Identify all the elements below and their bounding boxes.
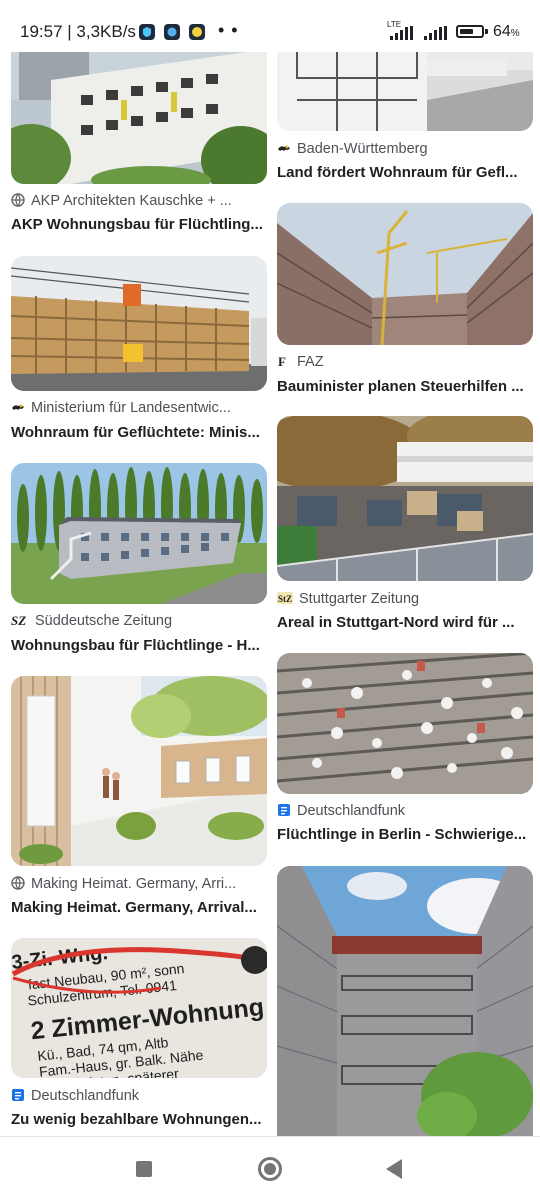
- globe-icon: [11, 876, 25, 890]
- result-thumbnail[interactable]: [277, 203, 533, 345]
- result-thumbnail[interactable]: [277, 866, 533, 1136]
- result-thumbnail[interactable]: [11, 463, 267, 604]
- result-thumbnail[interactable]: 3-Zi.-Wng. fast Neubau, 90 m², sonn Schu…: [11, 938, 267, 1078]
- result-source[interactable]: AKP Architekten Kauschke + ...: [11, 193, 267, 213]
- status-time-speed: 19:57 | 3,3KB/s: [20, 22, 136, 41]
- result-source[interactable]: StZ Stuttgarter Zeitung: [277, 591, 533, 611]
- signal-strength-2-icon: [424, 26, 447, 40]
- svg-text:F: F: [278, 354, 286, 368]
- svg-text:StZ: StZ: [278, 594, 292, 604]
- result-title[interactable]: Zu wenig bezahlbare Wohnungen...: [11, 1111, 267, 1133]
- system-nav-bar: [0, 1136, 540, 1201]
- lion-emblem-icon: [278, 145, 290, 151]
- result-source[interactable]: Ministerium für Landesentwic...: [11, 400, 267, 420]
- document-icon: [278, 804, 290, 816]
- result-title[interactable]: Wohnungsbau für Flüchtlinge - H...: [11, 637, 267, 659]
- stz-logo: StZ: [277, 592, 293, 604]
- document-icon: [12, 1089, 24, 1101]
- battery-icon: [456, 25, 484, 38]
- shield-app-icon: [139, 24, 155, 40]
- result-title[interactable]: Flüchtlinge in Berlin - Schwierige...: [277, 826, 533, 848]
- more-notifications-icon: • •: [218, 20, 239, 40]
- result-source[interactable]: SZ Süddeutsche Zeitung: [11, 613, 267, 633]
- result-thumbnail[interactable]: [11, 676, 267, 866]
- result-thumbnail[interactable]: [277, 416, 533, 581]
- result-title[interactable]: Land fördert Wohnraum für Gefl...: [277, 164, 533, 186]
- result-title[interactable]: Areal in Stuttgart-Nord wird für ...: [277, 614, 533, 636]
- sz-logo: SZ: [11, 613, 26, 627]
- recent-apps-button[interactable]: [136, 1161, 152, 1177]
- result-source[interactable]: Deutschlandfunk: [11, 1088, 267, 1108]
- result-source[interactable]: F FAZ: [277, 354, 533, 374]
- result-thumbnail[interactable]: [11, 40, 267, 184]
- back-button[interactable]: [386, 1159, 402, 1179]
- faz-logo: F: [278, 354, 286, 368]
- battery-tip: [485, 29, 488, 34]
- smiley-app-icon: [189, 24, 205, 40]
- result-source[interactable]: Making Heimat. Germany, Arri...: [11, 876, 267, 896]
- result-source[interactable]: Baden-Württemberg: [277, 141, 533, 161]
- result-title[interactable]: Bauminister planen Steuerhilfen ...: [277, 378, 533, 400]
- result-thumbnail[interactable]: [11, 256, 267, 391]
- lion-emblem-icon: [12, 404, 24, 410]
- status-bar: 19:57 | 3,3KB/s • • LTE 64%: [0, 0, 540, 52]
- globe-icon: [11, 193, 25, 207]
- result-thumbnail[interactable]: [277, 653, 533, 794]
- twitter-app-icon: [164, 24, 180, 40]
- home-button[interactable]: [258, 1157, 282, 1181]
- battery-percent: 64%: [493, 23, 520, 40]
- svg-text:SZ: SZ: [11, 613, 26, 627]
- signal-strength-icon: [390, 26, 413, 40]
- result-thumbnail[interactable]: [277, 40, 533, 131]
- result-source[interactable]: Deutschlandfunk: [277, 803, 533, 823]
- result-title[interactable]: AKP Wohnungsbau für Flüchtling...: [11, 216, 267, 238]
- result-title[interactable]: Making Heimat. Germany, Arrival...: [11, 899, 267, 921]
- result-title[interactable]: Wohnraum für Geflüchtete: Minis...: [11, 424, 267, 446]
